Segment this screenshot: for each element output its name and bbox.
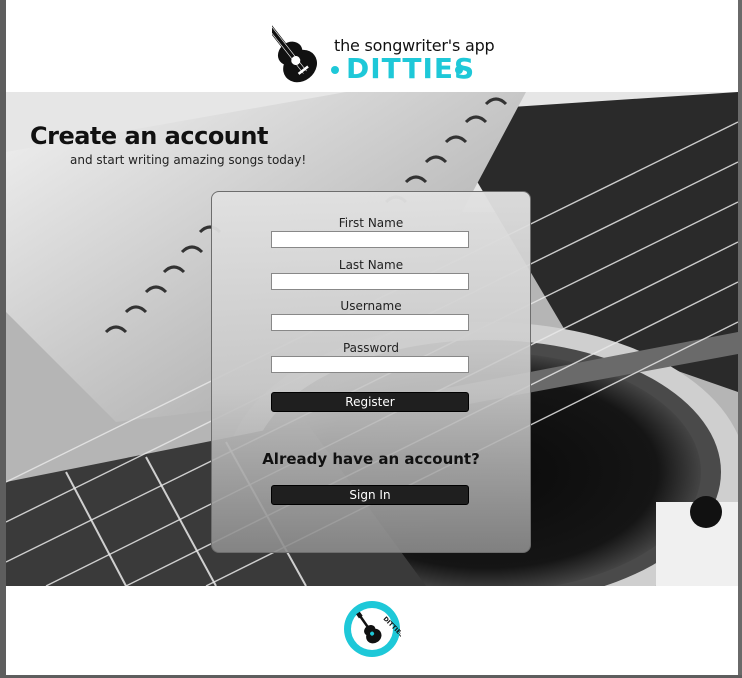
last-name-field[interactable]	[271, 273, 469, 290]
last-name-label: Last Name	[338, 258, 404, 272]
brand-dot-left	[331, 66, 339, 74]
username-label: Username	[340, 299, 402, 313]
header-logo[interactable]: the songwriter's app DITTIES	[6, 0, 738, 92]
guitar-badge-icon[interactable]: DITTIES	[343, 600, 401, 658]
site-footer: DITTIES	[6, 586, 738, 675]
page-subtitle: and start writing amazing songs today!	[70, 153, 307, 167]
username-field[interactable]	[271, 314, 469, 331]
signup-form: First Name Last Name Username Password R…	[211, 191, 531, 553]
brand-dot-right	[455, 66, 463, 74]
first-name-field[interactable]	[271, 231, 469, 248]
register-button[interactable]: Register	[271, 392, 469, 412]
sign-in-button[interactable]: Sign In	[271, 485, 469, 505]
first-name-label: First Name	[338, 216, 404, 230]
have-account-text: Already have an account?	[262, 450, 480, 468]
password-label: Password	[342, 341, 400, 355]
hero-section: Create an account and start writing amaz…	[6, 92, 738, 586]
password-field[interactable]	[271, 356, 469, 373]
site-header: the songwriter's app DITTIES	[6, 0, 738, 92]
window-frame-right	[738, 0, 742, 678]
page-title: Create an account	[30, 122, 268, 150]
